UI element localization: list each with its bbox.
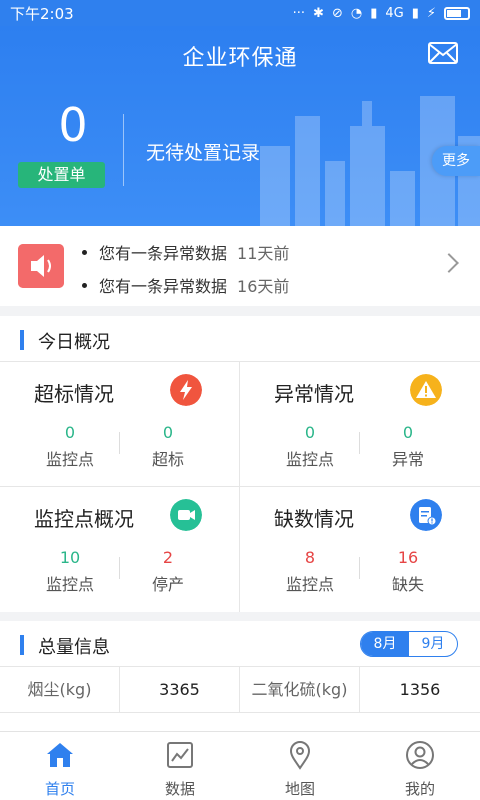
home-icon xyxy=(47,743,73,767)
stat-label: 监控点 xyxy=(285,575,334,594)
video-camera-icon xyxy=(170,499,202,531)
abnormal-card[interactable]: 异常情况 0 监控点 0 异常 xyxy=(240,362,480,487)
table-key: 烟尘(kg) xyxy=(0,667,120,713)
lightning-icon xyxy=(170,374,202,406)
bullet-icon xyxy=(82,249,87,255)
warning-icon xyxy=(410,374,442,406)
table-value: 1356 xyxy=(399,680,441,699)
stat-value: 0 xyxy=(304,423,316,442)
total-table: 烟尘(kg) 3365 二氧化硫(kg) 1356 xyxy=(0,667,480,737)
stat-monitor-points: 0 监控点 xyxy=(20,424,120,470)
header-divider xyxy=(123,114,124,186)
card-title: 监控点概况 xyxy=(34,507,134,531)
notice-item[interactable]: 您有一条异常数据 11天前 xyxy=(82,240,289,264)
card-title: 超标情况 xyxy=(34,382,114,406)
stat-label: 停产 xyxy=(151,575,184,594)
stat-value: 0 xyxy=(64,423,76,442)
tab-label: 数据 xyxy=(164,780,195,798)
tab-profile[interactable]: 我的 xyxy=(360,732,480,800)
stat-label: 缺失 xyxy=(391,575,424,594)
section-title: 总量信息 xyxy=(38,637,110,658)
card-title: 异常情况 xyxy=(274,382,354,406)
notice-item[interactable]: 您有一条异常数据 16天前 xyxy=(82,273,289,297)
stat-value: 0 xyxy=(162,423,174,442)
notice-time: 11天前 xyxy=(237,244,290,263)
today-section-header: 今日概况 xyxy=(0,316,480,362)
mute-icon: ⊘ xyxy=(331,5,343,21)
stat-overlimit: 0 超标 xyxy=(118,424,218,470)
user-icon xyxy=(406,741,434,769)
pending-count: 0 xyxy=(58,98,88,152)
section-accent-bar xyxy=(20,635,24,655)
stat-missing: 16 缺失 xyxy=(358,549,458,595)
notice-text: 您有一条异常数据 xyxy=(99,277,228,296)
chevron-right-icon[interactable] xyxy=(439,253,459,273)
tab-label: 地图 xyxy=(284,780,315,798)
tab-label: 我的 xyxy=(404,780,435,798)
document-alert-icon xyxy=(410,499,442,531)
tab-label: 首页 xyxy=(44,780,75,798)
more-button[interactable]: 更多 xyxy=(432,146,480,176)
table-key: 二氧化硫(kg) xyxy=(240,667,360,713)
table-value: 3365 xyxy=(120,667,240,713)
month-tab-september[interactable]: 9月 xyxy=(409,632,457,656)
mail-icon[interactable] xyxy=(428,42,458,64)
stat-monitor-points: 10 监控点 xyxy=(20,549,120,595)
status-icons: ··· ✱ ⊘ ◔ ▮ 4G ▮ ⚡ xyxy=(293,6,470,21)
bullet-icon xyxy=(82,282,87,288)
total-section-header: 总量信息 8月 9月 xyxy=(0,621,480,667)
month-toggle: 8月 9月 xyxy=(360,631,458,657)
stat-label: 监控点 xyxy=(45,450,94,469)
bluetooth-icon: ✱ xyxy=(313,5,324,21)
stat-value: 2 xyxy=(162,548,174,567)
notice-text: 您有一条异常数据 xyxy=(99,244,228,263)
tab-map[interactable]: 地图 xyxy=(240,732,360,800)
signal-icon: ▮ xyxy=(370,5,378,21)
stat-stopped: 2 停产 xyxy=(118,549,218,595)
network-type: 4G xyxy=(385,5,404,21)
stat-value: 10 xyxy=(59,548,81,567)
table-row: 烟尘(kg) 3365 二氧化硫(kg) 1356 xyxy=(0,667,480,713)
section-title: 今日概况 xyxy=(38,332,110,353)
battery-icon xyxy=(444,6,470,20)
speaker-icon xyxy=(18,244,64,288)
today-overview-grid: 超标情况 0 监控点 0 超标 异常情况 0 监控点 0 异常 监控点概况 10… xyxy=(0,362,480,612)
stat-label: 超标 xyxy=(151,450,184,469)
dispose-order-button[interactable]: 处置单 xyxy=(18,162,105,188)
stat-monitor-points: 8 监控点 xyxy=(260,549,360,595)
bottom-tab-bar: 首页 数据 地图 我的 xyxy=(0,731,480,800)
stat-label: 异常 xyxy=(391,450,424,469)
app-title: 企业环保通 xyxy=(182,46,298,71)
tab-data[interactable]: 数据 xyxy=(120,732,240,800)
section-accent-bar xyxy=(20,330,24,350)
map-pin-icon xyxy=(289,741,311,770)
charging-icon: ⚡ xyxy=(426,5,436,21)
alarm-icon: ◔ xyxy=(350,5,363,21)
status-bar: 下午2:03 ··· ✱ ⊘ ◔ ▮ 4G ▮ ⚡ xyxy=(0,0,480,26)
no-record-text: 无待处置记录 xyxy=(146,142,261,164)
stat-label: 监控点 xyxy=(285,450,334,469)
stat-value: 8 xyxy=(304,548,316,567)
stat-label: 监控点 xyxy=(45,575,94,594)
chart-icon xyxy=(167,742,193,768)
stat-value: 16 xyxy=(397,548,419,567)
missing-data-card[interactable]: 缺数情况 8 监控点 16 缺失 xyxy=(240,487,480,612)
card-title: 缺数情况 xyxy=(274,507,354,531)
tab-home[interactable]: 首页 xyxy=(0,732,120,800)
monitor-overview-card[interactable]: 监控点概况 10 监控点 2 停产 xyxy=(0,487,240,612)
more-dots-icon: ··· xyxy=(292,5,306,21)
header-banner: 企业环保通 0 处置单 无待处置记录 更多 xyxy=(0,26,480,226)
wifi-icon: ▮ xyxy=(411,5,419,21)
status-time: 下午2:03 xyxy=(10,4,74,23)
notice-panel[interactable]: 您有一条异常数据 11天前 您有一条异常数据 16天前 xyxy=(0,226,480,306)
stat-monitor-points: 0 监控点 xyxy=(260,424,360,470)
overlimit-card[interactable]: 超标情况 0 监控点 0 超标 xyxy=(0,362,240,487)
notice-time: 16天前 xyxy=(237,277,290,296)
stat-value: 0 xyxy=(402,423,414,442)
stat-abnormal: 0 异常 xyxy=(358,424,458,470)
month-tab-august[interactable]: 8月 xyxy=(361,632,409,656)
